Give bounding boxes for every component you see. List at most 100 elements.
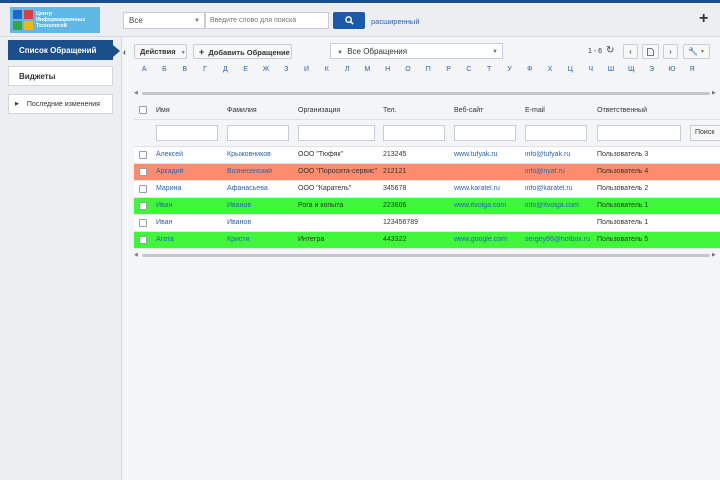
column-header-website[interactable]: Веб-сайт [454,107,483,114]
alphabet-letter[interactable]: Т [479,66,499,80]
scrollbar-thumb[interactable] [142,92,710,95]
cell-website[interactable]: www.google.com [454,236,520,243]
row-checkbox[interactable] [139,236,147,244]
filter-owner-input[interactable] [597,125,681,141]
select-all-checkbox[interactable] [139,106,147,114]
row-checkbox[interactable] [139,168,147,176]
cell-email[interactable]: info@tufyak.ru [525,151,593,158]
alphabet-letter[interactable]: Ц [560,66,580,80]
filter-phone-input[interactable] [383,125,445,141]
alphabet-letter[interactable]: Ж [256,66,276,80]
sidebar-recent-changes[interactable]: ▶ Последние изменения [8,94,113,114]
add-new-button[interactable]: + [699,11,708,27]
column-header-email[interactable]: E-mail [525,107,545,114]
alphabet-letter[interactable]: Л [337,66,357,80]
logo[interactable]: Центр Информационных Технологий [10,7,100,33]
filter-organization-input[interactable] [298,125,375,141]
sidebar-item-requests-list[interactable]: Список Обращений [8,40,120,60]
table-row[interactable]: Алексей Крыжовников ООО "Тюфяк" 213245 www.t… [134,147,720,164]
table-row[interactable]: Аркадий Вознесенский ООО "Поросята-сервис"… [134,164,720,181]
sidebar-item-widgets[interactable]: Виджеты [8,66,113,86]
search-input[interactable] [205,12,329,29]
alphabet-letter[interactable]: Ю [662,66,682,80]
row-checkbox[interactable] [139,219,147,227]
cell-surname[interactable]: Иванов [227,219,293,226]
column-header-surname[interactable]: Фамилия [227,107,257,114]
alphabet-letter[interactable]: Ч [581,66,601,80]
search-button[interactable] [333,12,365,29]
prev-page-button[interactable]: ‹ [623,44,638,59]
cell-name[interactable]: Марина [156,185,222,192]
alphabet-letter[interactable]: З [276,66,296,80]
alphabet-letter[interactable]: И [296,66,316,80]
scroll-right-icon[interactable]: ▶ [712,252,716,258]
settings-dropdown-button[interactable]: 🔧 ▼ [683,44,710,59]
row-checkbox[interactable] [139,202,147,210]
alphabet-letter[interactable]: Б [154,66,174,80]
table-row[interactable]: Иван Иванов Рога и копыта 223606 www.itvolga… [134,198,720,215]
cell-surname[interactable]: Афанасьева [227,185,293,192]
alphabet-letter[interactable]: О [398,66,418,80]
column-header-name[interactable]: Имя [156,107,170,114]
add-request-button[interactable]: + Добавить Обращение [193,44,292,59]
find-button[interactable]: Поиск [690,125,720,141]
filter-surname-input[interactable] [227,125,289,141]
cell-name[interactable]: Иван [156,219,222,226]
alphabet-letter[interactable]: Э [641,66,661,80]
alphabet-letter[interactable]: К [317,66,337,80]
alphabet-letter[interactable]: Р [438,66,458,80]
search-scope-select[interactable]: Все ▼ [123,12,205,29]
alphabet-letter[interactable]: В [175,66,195,80]
table-row[interactable]: Иван Иванов 123456789 Пользователь 1 [134,215,720,232]
alphabet-letter[interactable]: Н [378,66,398,80]
cell-website[interactable]: www.karatel.ru [454,185,520,192]
cell-website[interactable]: www.itvolga.com [454,202,520,209]
cell-surname[interactable]: Крыжовников [227,151,293,158]
column-header-owner[interactable]: Ответственный [597,107,647,114]
cell-name[interactable]: Иван [156,202,222,209]
scrollbar-thumb[interactable] [142,254,710,257]
cell-website[interactable]: www.tufyak.ru [454,151,520,158]
scroll-right-icon[interactable]: ▶ [712,90,716,96]
alphabet-letter[interactable]: Г [195,66,215,80]
collapse-sidebar-icon[interactable]: ‹ [123,47,126,57]
cell-email[interactable]: sergey86@hotbox.ru [525,236,593,243]
table-row[interactable]: Агата Кристи Интегра 443322 www.google.com se… [134,232,720,249]
alphabet-letter[interactable]: Ш [601,66,621,80]
scroll-left-icon[interactable]: ◀ [134,90,138,96]
scroll-left-icon[interactable]: ◀ [134,252,138,258]
alphabet-letter[interactable]: А [134,66,154,80]
alphabet-letter[interactable]: С [459,66,479,80]
column-header-organization[interactable]: Организация [298,107,340,114]
cell-surname[interactable]: Кристи [227,236,293,243]
next-page-button[interactable]: › [663,44,678,59]
filter-email-input[interactable] [525,125,587,141]
alphabet-letter[interactable]: У [499,66,519,80]
cell-name[interactable]: Аркадий [156,168,222,175]
row-checkbox[interactable] [139,185,147,193]
alphabet-letter[interactable]: Щ [621,66,641,80]
alphabet-letter[interactable]: Д [215,66,235,80]
cell-email[interactable]: info@karatel.ru [525,185,593,192]
cell-email[interactable]: info@nyaf.ru [525,168,593,175]
cell-name[interactable]: Агата [156,236,222,243]
cell-email[interactable]: info@itvolga.com [525,202,593,209]
cell-surname[interactable]: Иванов [227,202,293,209]
page-select-button[interactable] [642,44,659,59]
alphabet-letter[interactable]: П [418,66,438,80]
horizontal-scrollbar-bottom[interactable]: ◀ ▶ [134,251,720,260]
cell-name[interactable]: Алексей [156,151,222,158]
alphabet-letter[interactable]: Я [682,66,702,80]
alphabet-letter[interactable]: Х [540,66,560,80]
filter-name-input[interactable] [156,125,218,141]
table-row[interactable]: Марина Афанасьева ООО "Каратель" 345678 www.… [134,181,720,198]
refresh-icon[interactable]: ↻ [606,45,614,56]
alphabet-letter[interactable]: М [357,66,377,80]
row-checkbox[interactable] [139,151,147,159]
actions-button[interactable]: Действия ▼ [134,44,187,59]
view-filter-select[interactable]: ▼ Все Обращения ▼ [330,43,503,59]
horizontal-scrollbar-top[interactable]: ◀ ▶ [134,89,720,98]
alphabet-letter[interactable]: Е [235,66,255,80]
advanced-search-link[interactable]: расширенный [371,17,420,26]
column-header-phone[interactable]: Тел. [383,107,397,114]
